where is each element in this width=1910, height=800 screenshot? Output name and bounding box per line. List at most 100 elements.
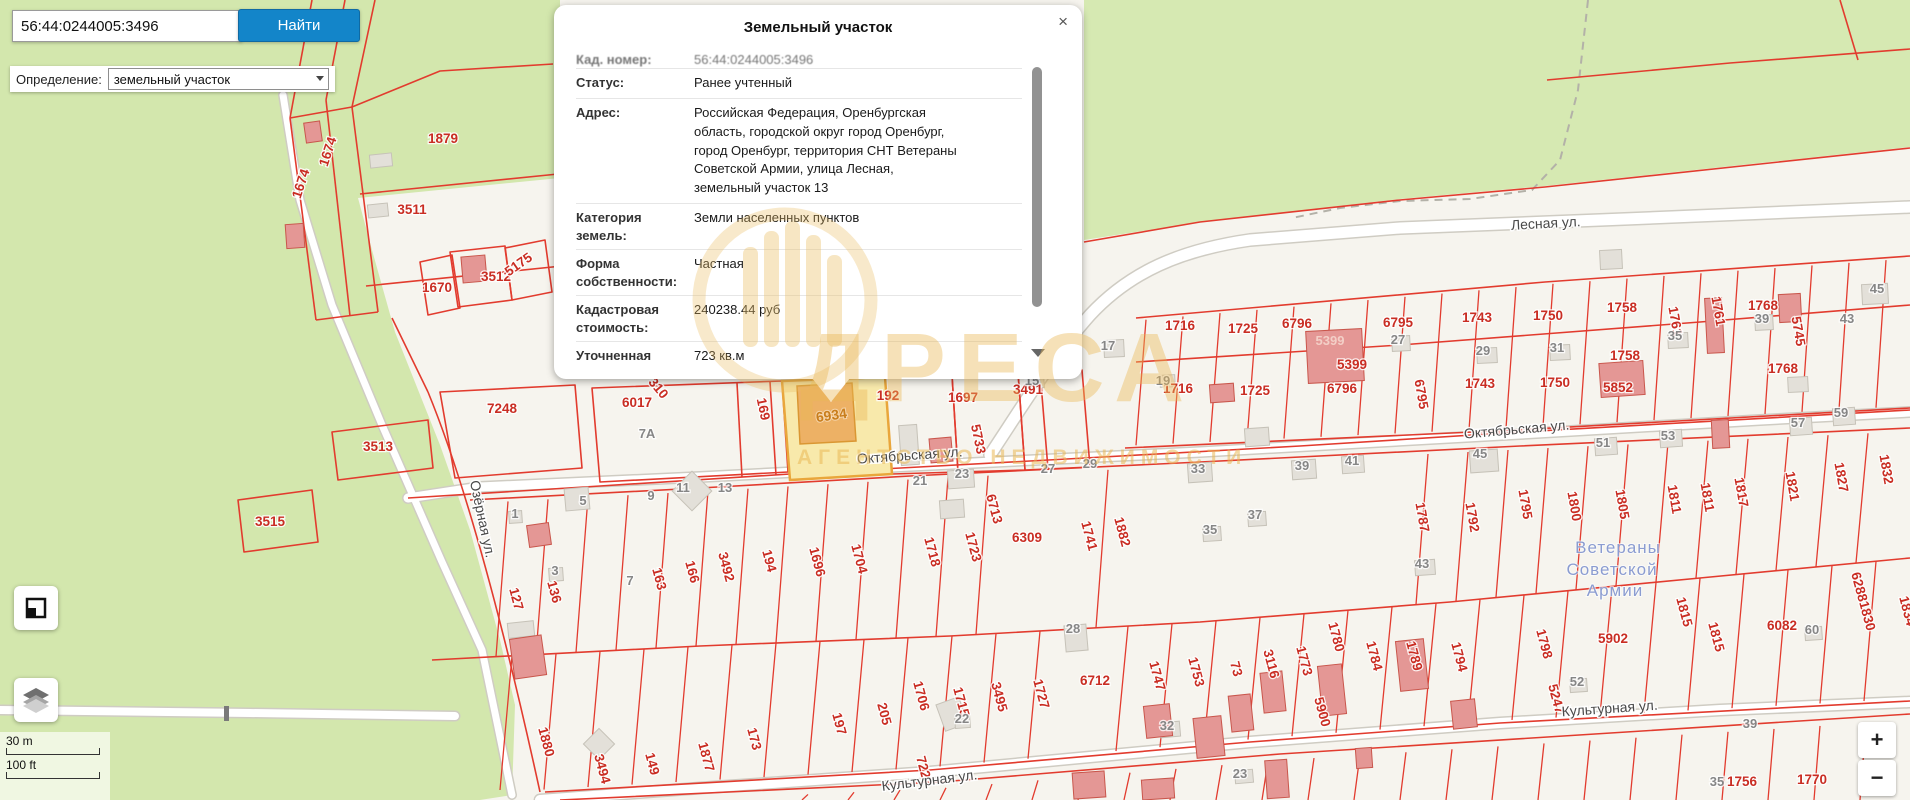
parcel-number-label: 6017 <box>622 395 652 410</box>
house-number-label: 39 <box>1743 716 1757 731</box>
house-number-label: 28 <box>1066 621 1080 636</box>
building-pink <box>1228 694 1254 732</box>
parcel-number-label: 5852 <box>1603 380 1633 395</box>
definition-bar: Определение: земельный участок <box>10 66 335 92</box>
parcel-number-label: 6795 <box>1383 315 1414 330</box>
parcel-number-label: 6712 <box>1080 673 1110 688</box>
layers-icon <box>22 687 50 713</box>
house-number-label: 3 <box>551 563 558 578</box>
parcel-number-label: 6309 <box>1012 530 1042 545</box>
house-number-label: 31 <box>1550 340 1564 355</box>
house-number-label: 22 <box>955 711 969 726</box>
house-number-label: 43 <box>1840 311 1854 326</box>
definition-value: земельный участок <box>114 72 230 87</box>
house-number-label: 35 <box>1668 328 1682 343</box>
house-number-label: 52 <box>1570 674 1584 689</box>
house-number-label: 32 <box>1160 718 1174 733</box>
parcel-number-label: 5399 <box>1337 357 1367 372</box>
zoom-in-button[interactable]: + <box>1858 722 1896 758</box>
parcel-number-label: 1743 <box>1462 310 1493 325</box>
parcel-number-label: 1758 <box>1610 348 1641 363</box>
parcel-info-popup: Земельный участок × Кад. номер: 56:44:02… <box>554 5 1082 379</box>
parcel-number-label: 1879 <box>428 131 458 146</box>
scroll-down-arrow-icon[interactable] <box>1031 349 1045 357</box>
building-gray <box>367 203 388 218</box>
parcel-number-label: 1756 <box>1727 774 1758 789</box>
parcel-number-label: 1716 <box>1165 318 1196 333</box>
find-button[interactable]: Найти <box>238 9 360 42</box>
building-pink <box>527 523 552 548</box>
house-number-label: 43 <box>1415 556 1429 571</box>
scale-meters-bar <box>6 748 100 755</box>
building-pink <box>509 635 546 679</box>
extent-button[interactable] <box>14 586 58 630</box>
house-number-label: 29 <box>1083 456 1097 471</box>
house-number-label: 7A <box>639 426 656 441</box>
parcel-number-label: 1725 <box>1240 383 1271 398</box>
parcel-number-label: 1770 <box>1797 772 1827 787</box>
parcel-number-label: 3511 <box>397 202 427 217</box>
parcel-number-label: 6796 <box>1327 381 1358 396</box>
popup-row-category: Категория земель: Земли населенных пункт… <box>576 203 1022 249</box>
popup-row-cadnumber: Кад. номер: 56:44:0244005:3496 <box>576 43 1022 68</box>
house-number-label: 35 <box>1203 522 1217 537</box>
house-number-label: 29 <box>1476 343 1490 358</box>
territory-name-label: Армии <box>1587 581 1643 600</box>
building-pink <box>1451 699 1478 729</box>
building-number-label: 5399 <box>1316 333 1345 348</box>
building-gray <box>939 499 964 519</box>
parcel-number-label: 6796 <box>1282 316 1313 331</box>
house-number-label: 21 <box>913 473 927 488</box>
parcel-number-label: 1725 <box>1228 321 1259 336</box>
close-icon[interactable]: × <box>1058 13 1068 30</box>
parcel-number-label: 3513 <box>363 439 394 454</box>
building-pink <box>1355 747 1372 768</box>
house-number-label: 39 <box>1755 311 1769 326</box>
definition-select[interactable]: земельный участок <box>108 68 329 90</box>
territory-name-label: Ветераны <box>1575 538 1661 557</box>
popup-rows: Кад. номер: 56:44:0244005:3496 Статус: Р… <box>576 43 1022 371</box>
house-number-label: 9 <box>647 488 654 503</box>
popup-row-area: Уточненная площадь: 723 кв.м <box>576 341 1022 371</box>
scale-feet-bar <box>6 772 100 779</box>
house-number-label: 35 <box>1710 774 1724 789</box>
building-pink <box>1193 716 1225 759</box>
cadastral-map-app: 1674167418793511351251751670351335157248… <box>0 0 1910 800</box>
parcel-number-label: 192 <box>877 388 900 403</box>
extent-icon <box>24 596 48 620</box>
building-pink <box>1265 759 1290 798</box>
building-pink <box>285 223 305 248</box>
house-number-label: 60 <box>1805 622 1819 637</box>
building-gray <box>507 621 534 639</box>
house-number-label: 45 <box>1870 281 1884 296</box>
parcel-number-label: 1750 <box>1540 375 1570 390</box>
house-number-label: 19 <box>1156 373 1170 388</box>
building-gray <box>1244 427 1269 447</box>
search-input[interactable] <box>12 10 242 42</box>
house-number-label: 27 <box>1041 461 1055 476</box>
scale-bar: 30 m 100 ft <box>0 732 110 800</box>
building-gray <box>1788 376 1809 392</box>
popup-scrollbar-thumb[interactable] <box>1032 67 1042 307</box>
popup-pointer-notch <box>812 378 850 402</box>
zoom-out-button[interactable]: − <box>1858 760 1896 796</box>
territory-name-label: Советской <box>1566 560 1657 579</box>
house-number-label: 27 <box>1391 332 1405 347</box>
parcel-number-label: 1750 <box>1533 308 1563 323</box>
pole-marker <box>224 706 229 721</box>
chevron-down-icon <box>316 76 324 81</box>
house-number-label: 59 <box>1834 405 1848 420</box>
house-number-label: 1 <box>511 506 518 521</box>
scale-feet: 100 ft <box>6 758 110 772</box>
house-number-label: 17 <box>1101 338 1115 353</box>
popup-title: Земельный участок <box>554 5 1082 36</box>
parcel-number-label: 1670 <box>422 280 452 295</box>
building-pink <box>1711 420 1729 449</box>
layers-button[interactable] <box>14 678 58 722</box>
house-number-label: 57 <box>1791 415 1805 430</box>
building-gray <box>369 153 392 168</box>
popup-row-ownership: Форма собственности: Частная <box>576 249 1022 295</box>
house-number-label: 23 <box>955 466 969 481</box>
building-pink <box>1209 383 1234 403</box>
building-pink <box>1141 778 1174 800</box>
